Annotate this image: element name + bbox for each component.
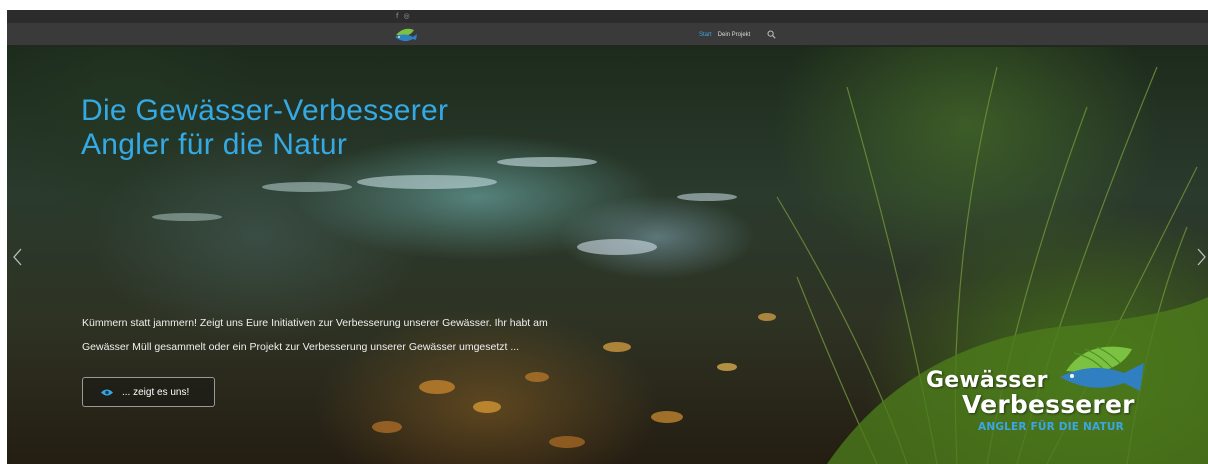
nav-menu: Start Dein Projekt — [699, 31, 750, 39]
nav-item-dein-projekt[interactable]: Dein Projekt — [718, 31, 751, 39]
top-bar: f ◎ — [7, 10, 1208, 23]
intro-line-1: Kümmern statt jammern! Zeigt uns Eure In… — [82, 317, 548, 329]
show-us-button-label: ... zeigt es uns! — [122, 386, 190, 398]
show-us-button[interactable]: ... zeigt es uns! — [82, 377, 215, 407]
brand-word-verbesserer: Verbesserer — [962, 390, 1135, 419]
brand-logo: Gewässer Verbesserer ANGLER FÜR DIE NATU… — [922, 343, 1152, 453]
search-icon[interactable] — [767, 30, 776, 39]
facebook-icon[interactable]: f — [396, 12, 398, 20]
hero-intro-text: Kümmern statt jammern! Zeigt uns Eure In… — [82, 311, 642, 359]
brand-tagline: ANGLER FÜR DIE NATUR — [978, 421, 1124, 433]
headline-line-2: Angler für die Natur — [81, 128, 348, 161]
page-frame: f ◎ Start Dein Projekt Die Gewässer-Verb… — [7, 10, 1208, 464]
fish-logo-icon — [1060, 346, 1144, 391]
hero-headline: Die Gewässer-Verbesserer Angler für die … — [81, 94, 641, 162]
hero-slider: Die Gewässer-Verbesserer Angler für die … — [7, 47, 1208, 464]
eye-icon — [101, 389, 113, 395]
intro-line-2: Gewässer Müll gesammelt oder ein Projekt… — [82, 341, 520, 353]
headline-line-1: Die Gewässer-Verbesserer — [81, 94, 449, 127]
social-links: f ◎ — [396, 12, 410, 20]
chevron-left-icon[interactable] — [11, 247, 25, 267]
fish-logo-icon[interactable] — [392, 25, 418, 45]
instagram-icon[interactable]: ◎ — [403, 12, 409, 20]
nav-item-start[interactable]: Start — [699, 31, 712, 39]
chevron-right-icon[interactable] — [1194, 247, 1208, 267]
main-navigation: Start Dein Projekt — [7, 23, 1208, 46]
